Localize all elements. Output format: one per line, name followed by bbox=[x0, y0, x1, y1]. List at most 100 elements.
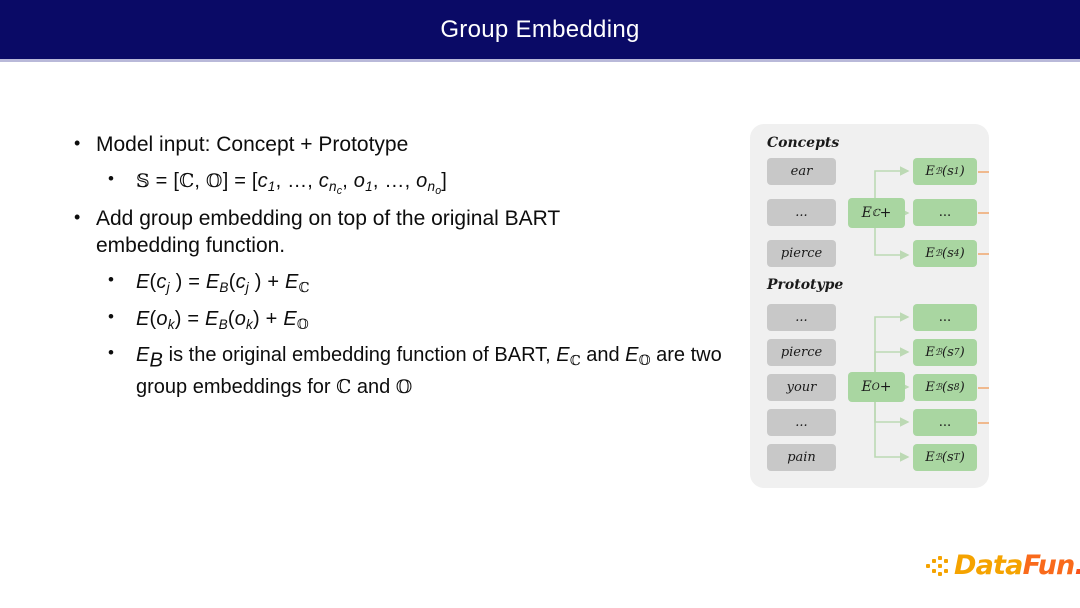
eq-2: ) = bbox=[174, 307, 206, 330]
var-c-2: c bbox=[235, 271, 246, 294]
bullet-marker-icon: • bbox=[108, 168, 115, 188]
header-divider bbox=[0, 59, 1080, 62]
symbol-S: 𝕊 bbox=[136, 169, 150, 192]
datafun-logo: DataFun. bbox=[926, 550, 1080, 586]
fn-EB: E bbox=[205, 271, 220, 294]
logo-text: DataFun. bbox=[954, 550, 1080, 581]
bullet-marker-icon: • bbox=[108, 343, 114, 363]
fn-EO: E bbox=[625, 344, 639, 367]
term-c1-sub: 1 bbox=[267, 178, 276, 194]
eq-open: = [ bbox=[149, 169, 180, 192]
var-o-sub-k: k bbox=[167, 316, 175, 332]
var-o: o bbox=[156, 307, 168, 330]
output-E: E bbox=[925, 345, 935, 360]
explanation-text-2: and bbox=[580, 344, 626, 367]
fn-E: E bbox=[136, 307, 150, 330]
fn-EC: E bbox=[285, 271, 299, 294]
term-on: o bbox=[416, 169, 428, 192]
prototype-output-3[interactable]: ... bbox=[913, 409, 977, 436]
prototype-output-link-3 bbox=[978, 422, 989, 424]
output-E: E bbox=[925, 164, 935, 179]
prototype-token-3[interactable]: ... bbox=[767, 409, 836, 436]
concept-group-embedding-box[interactable]: Eℂ + bbox=[848, 198, 905, 228]
group-embedding-diagram: Concepts ear ... pierce Eℂ + E ℬ (s 1) ... … bbox=[750, 124, 989, 488]
prototype-output-link-2 bbox=[978, 387, 989, 389]
fn-EB-sub: B bbox=[219, 279, 229, 295]
fn-EO-sub: 𝕆 bbox=[296, 316, 309, 333]
output-close: ) bbox=[959, 380, 965, 395]
output-sub-B: ℬ bbox=[934, 347, 943, 358]
paren-open-2: ( bbox=[227, 307, 235, 330]
concept-token-1[interactable]: ... bbox=[767, 199, 836, 226]
term-o1-sub: 1 bbox=[365, 178, 373, 194]
formula-explanation: • EB is the original embedding function o… bbox=[98, 342, 748, 400]
prototype-group-embedding-box[interactable]: EO + bbox=[848, 372, 905, 402]
prototype-output-2[interactable]: E ℬ (s 8) bbox=[913, 374, 977, 401]
symbol-C: ℂ bbox=[179, 169, 195, 192]
plus-2: ) + bbox=[253, 307, 284, 330]
concept-group-plus: + bbox=[879, 205, 892, 221]
var-o-sub-k-2: k bbox=[246, 316, 254, 332]
fn-E: E bbox=[136, 271, 150, 294]
fn-EB: E bbox=[205, 307, 219, 330]
fn-EO-sub: 𝕆 bbox=[638, 352, 651, 369]
concept-output-2[interactable]: E ℬ (s 4) bbox=[913, 240, 977, 267]
concept-output-link-1 bbox=[978, 212, 989, 214]
concept-token-2[interactable]: pierce bbox=[767, 240, 836, 267]
prototype-group-E: E bbox=[861, 379, 872, 395]
comma: , bbox=[194, 169, 206, 192]
prototype-token-4[interactable]: pain bbox=[767, 444, 836, 471]
bullet-marker-icon: • bbox=[108, 306, 115, 326]
output-ellipsis: ... bbox=[938, 205, 952, 220]
prototype-group-sub: O bbox=[871, 381, 880, 393]
output-E: E bbox=[925, 450, 935, 465]
explanation-text-4: and bbox=[351, 376, 396, 399]
output-open: (s bbox=[942, 246, 954, 261]
prototype-output-0[interactable]: ... bbox=[913, 304, 977, 331]
fn-EB: E bbox=[136, 344, 150, 367]
page-title: Group Embedding bbox=[440, 15, 640, 43]
output-open: (s bbox=[941, 450, 954, 465]
concept-group-sub: ℂ bbox=[871, 207, 880, 219]
logo-dotgrid-icon bbox=[926, 556, 952, 578]
fn-EC-sub: ℂ bbox=[298, 279, 310, 296]
section-label-prototype: Prototype bbox=[767, 277, 844, 293]
concept-token-0[interactable]: ear bbox=[767, 158, 836, 185]
prototype-token-1[interactable]: pierce bbox=[767, 339, 836, 366]
ellipsis-3: , …, bbox=[372, 169, 417, 192]
var-c: c bbox=[156, 271, 167, 294]
bullet-model-input: • Model input: Concept + Prototype bbox=[66, 132, 726, 159]
term-c1: c bbox=[257, 169, 268, 192]
bullet-sequence-definition: • 𝕊 = [ℂ, 𝕆] = [c1, …, cnc, o1, …, ono] bbox=[98, 168, 726, 199]
fn-EB-sub: B bbox=[149, 349, 164, 372]
var-o-2: o bbox=[234, 307, 247, 330]
output-open: (s bbox=[942, 380, 954, 395]
output-close: ) bbox=[959, 450, 965, 465]
prototype-output-4[interactable]: E ℬ (s T) bbox=[913, 444, 977, 471]
symbol-O: 𝕆 bbox=[205, 169, 223, 192]
bullet-marker-icon: • bbox=[108, 270, 115, 290]
eq-close: ] bbox=[441, 169, 448, 192]
prototype-token-0[interactable]: ... bbox=[767, 304, 836, 331]
prototype-output-1[interactable]: E ℬ (s 7) bbox=[913, 339, 977, 366]
bullet-add-group-embedding: • Add group embedding on top of the orig… bbox=[66, 206, 656, 260]
section-label-concepts: Concepts bbox=[767, 135, 840, 151]
fn-EC-sub: ℂ bbox=[569, 352, 581, 369]
slide-header: Group Embedding bbox=[0, 0, 1080, 59]
output-close: ) bbox=[959, 246, 965, 261]
fn-EB-sub: B bbox=[218, 316, 228, 332]
output-close: ) bbox=[959, 345, 965, 360]
logo-text-data: Data bbox=[954, 550, 1023, 581]
concept-group-E: E bbox=[861, 205, 872, 221]
output-open: (s bbox=[942, 345, 954, 360]
output-sub-B: ℬ bbox=[934, 248, 943, 259]
output-sub-B: ℬ bbox=[934, 382, 943, 393]
concept-output-1[interactable]: ... bbox=[913, 199, 977, 226]
concept-output-0[interactable]: E ℬ (s 1) bbox=[913, 158, 977, 185]
eq-mid: ] = [ bbox=[222, 169, 258, 192]
formula-concept-embedding: • E(cj ) = EB(cj ) + Eℂ bbox=[98, 269, 726, 297]
output-ellipsis: ... bbox=[938, 415, 952, 430]
term-cn-sub: nc bbox=[329, 178, 343, 197]
prototype-token-2[interactable]: your bbox=[767, 374, 836, 401]
comma-2: , bbox=[342, 169, 354, 192]
